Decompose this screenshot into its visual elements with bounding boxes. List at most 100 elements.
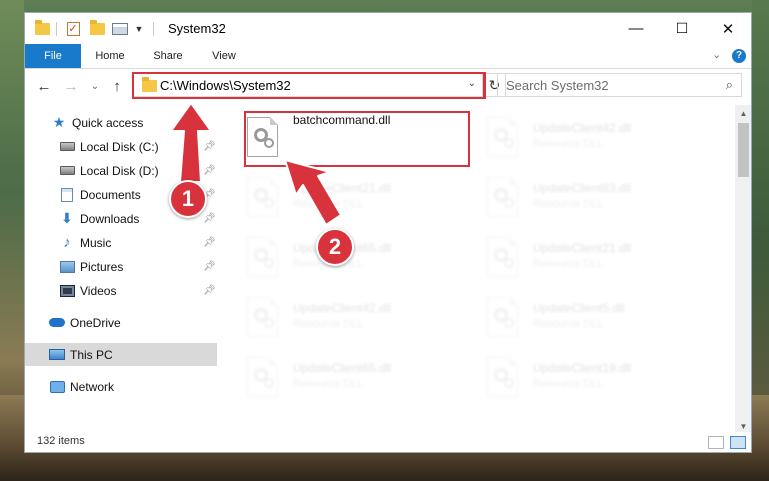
file-name: UpdateClient19.dll bbox=[533, 361, 632, 375]
sidebar-item-label: Local Disk (C:) bbox=[80, 139, 159, 154]
file-item[interactable]: UpdateClient42.dll Resource DLL bbox=[483, 111, 713, 167]
dll-file-icon bbox=[487, 297, 518, 337]
search-icon[interactable]: ⌕ bbox=[726, 77, 733, 93]
up-arrow-icon[interactable]: ↑ bbox=[107, 76, 127, 96]
sidebar-item-this-pc[interactable]: This PC bbox=[25, 343, 217, 366]
file-highlight-box bbox=[244, 111, 470, 167]
sidebar-item-local-disk-c[interactable]: Local Disk (C:) 📌︎ bbox=[25, 135, 217, 158]
file-item[interactable]: UpdateClient21.dll Resource DLL bbox=[243, 171, 473, 227]
toolbar-divider bbox=[56, 22, 57, 36]
forward-arrow-icon[interactable]: → bbox=[61, 76, 81, 96]
tab-share[interactable]: Share bbox=[143, 44, 193, 68]
window-title: System32 bbox=[168, 21, 226, 36]
minimize-button[interactable]: — bbox=[613, 13, 659, 44]
file-item[interactable]: UpdateClient21.dll Resource DLL bbox=[483, 231, 713, 287]
toolbar-divider bbox=[153, 22, 154, 36]
explorer-window: ✓ ▼ System32 — ☐ ✕ File Home Share View … bbox=[24, 12, 752, 453]
close-button[interactable]: ✕ bbox=[705, 13, 751, 44]
details-view-icon[interactable] bbox=[708, 436, 724, 449]
sidebar-item-label: Videos bbox=[80, 283, 117, 298]
file-type: Resource DLL bbox=[533, 138, 604, 150]
file-item[interactable]: UpdateClient65.dll Resource DLL bbox=[243, 351, 473, 407]
title-bar: ✓ ▼ System32 — ☐ ✕ bbox=[25, 13, 751, 44]
file-name: UpdateClient5.dll bbox=[533, 301, 625, 315]
navigation-pane: ★ Quick access Local Disk (C:) 📌︎ Local … bbox=[25, 111, 220, 433]
scroll-up-arrow-icon[interactable]: ▲ bbox=[735, 105, 751, 122]
download-icon: ⬇ bbox=[61, 210, 73, 226]
ribbon-tabs: File Home Share View ⌄ ? bbox=[25, 44, 751, 68]
file-type: Resource DLL bbox=[293, 318, 364, 330]
file-item[interactable]: UpdateClient19.dll Resource DLL bbox=[483, 351, 713, 407]
sidebar-item-local-disk-d[interactable]: Local Disk (D:) 📌︎ bbox=[25, 159, 217, 182]
file-item[interactable]: UpdateClient42.dll Resource DLL bbox=[243, 291, 473, 347]
documents-icon bbox=[59, 187, 75, 202]
help-icon[interactable]: ? bbox=[732, 49, 746, 63]
dll-file-icon bbox=[487, 357, 518, 397]
large-icons-view-icon[interactable] bbox=[730, 436, 746, 449]
sidebar-item-label: Network bbox=[70, 379, 115, 394]
customize-toolbar-chevron-icon[interactable]: ▼ bbox=[132, 20, 146, 38]
dll-file-icon bbox=[247, 357, 278, 397]
sidebar-item-label: Pictures bbox=[80, 259, 124, 274]
file-name: UpdateClient21.dll bbox=[293, 181, 392, 195]
scrollbar-thumb[interactable] bbox=[738, 123, 749, 177]
sidebar-item-label: Downloads bbox=[80, 211, 140, 226]
sidebar-item-network[interactable]: Network bbox=[25, 375, 217, 398]
file-type: Resource DLL bbox=[533, 258, 604, 270]
new-folder-icon[interactable] bbox=[88, 20, 106, 38]
pin-icon: 📌︎ bbox=[203, 261, 216, 272]
file-name: UpdateClient21.dll bbox=[533, 241, 632, 255]
sidebar-item-label: OneDrive bbox=[70, 315, 121, 330]
network-icon bbox=[49, 380, 65, 394]
file-type: Resource DLL bbox=[533, 378, 604, 390]
sidebar-item-pictures[interactable]: Pictures 📌︎ bbox=[25, 255, 217, 278]
file-item[interactable]: UpdateClient65.dll Resource DLL bbox=[243, 231, 473, 287]
properties-check-icon[interactable]: ✓ bbox=[64, 20, 82, 38]
tab-view[interactable]: View bbox=[201, 44, 247, 68]
expand-ribbon-chevron-icon[interactable]: ⌄ bbox=[712, 48, 721, 61]
folder-icon bbox=[33, 20, 51, 38]
file-name: UpdateClient42.dll bbox=[293, 301, 392, 315]
vertical-scrollbar[interactable]: ▲ ▼ bbox=[735, 105, 751, 435]
music-icon: ♪ bbox=[63, 234, 71, 251]
sidebar-item-label: Music bbox=[80, 235, 112, 250]
pin-icon: 📌︎ bbox=[203, 141, 216, 152]
file-name: UpdateClient42.dll bbox=[533, 121, 632, 135]
this-pc-icon bbox=[49, 348, 65, 362]
properties-icon[interactable] bbox=[111, 20, 129, 38]
item-count: 132 items bbox=[37, 435, 85, 447]
sidebar-item-videos[interactable]: Videos 📌︎ bbox=[25, 279, 217, 302]
search-placeholder: Search System32 bbox=[506, 78, 609, 93]
videos-icon bbox=[59, 284, 75, 298]
status-bar: 132 items bbox=[25, 432, 751, 452]
onedrive-icon bbox=[49, 316, 65, 330]
star-icon: ★ bbox=[52, 114, 66, 130]
search-input[interactable]: Search System32 ⌕ bbox=[497, 73, 742, 97]
file-type: Resource DLL bbox=[293, 198, 364, 210]
dll-file-icon bbox=[247, 237, 278, 277]
sidebar-item-label: Local Disk (D:) bbox=[80, 163, 159, 178]
pictures-icon bbox=[59, 260, 75, 274]
dll-file-icon bbox=[247, 297, 278, 337]
pin-icon: 📌︎ bbox=[203, 213, 216, 224]
file-item[interactable]: UpdateClient63.dll Resource DLL bbox=[483, 171, 713, 227]
sidebar-item-onedrive[interactable]: OneDrive bbox=[25, 311, 217, 334]
drive-icon bbox=[59, 140, 75, 154]
file-type: Resource DLL bbox=[533, 198, 604, 210]
file-item[interactable]: UpdateClient5.dll Resource DLL bbox=[483, 291, 713, 347]
maximize-button[interactable]: ☐ bbox=[659, 13, 705, 44]
dll-file-icon bbox=[247, 177, 278, 217]
dll-file-icon bbox=[487, 177, 518, 217]
back-arrow-icon[interactable]: ← bbox=[34, 76, 54, 96]
recent-locations-chevron-icon[interactable]: ⌄ bbox=[85, 76, 105, 96]
sidebar-item-quick-access[interactable]: ★ Quick access bbox=[25, 111, 217, 134]
sidebar-item-label: Quick access bbox=[72, 115, 144, 130]
drive-icon bbox=[59, 164, 75, 178]
sidebar-item-music[interactable]: ♪ Music 📌︎ bbox=[25, 231, 217, 254]
pin-icon: 📌︎ bbox=[203, 237, 216, 248]
step-2-badge: 2 bbox=[316, 228, 354, 266]
refresh-highlight-box bbox=[462, 72, 486, 99]
file-type: Resource DLL bbox=[293, 378, 364, 390]
tab-file[interactable]: File bbox=[25, 44, 81, 68]
tab-home[interactable]: Home bbox=[85, 44, 135, 68]
